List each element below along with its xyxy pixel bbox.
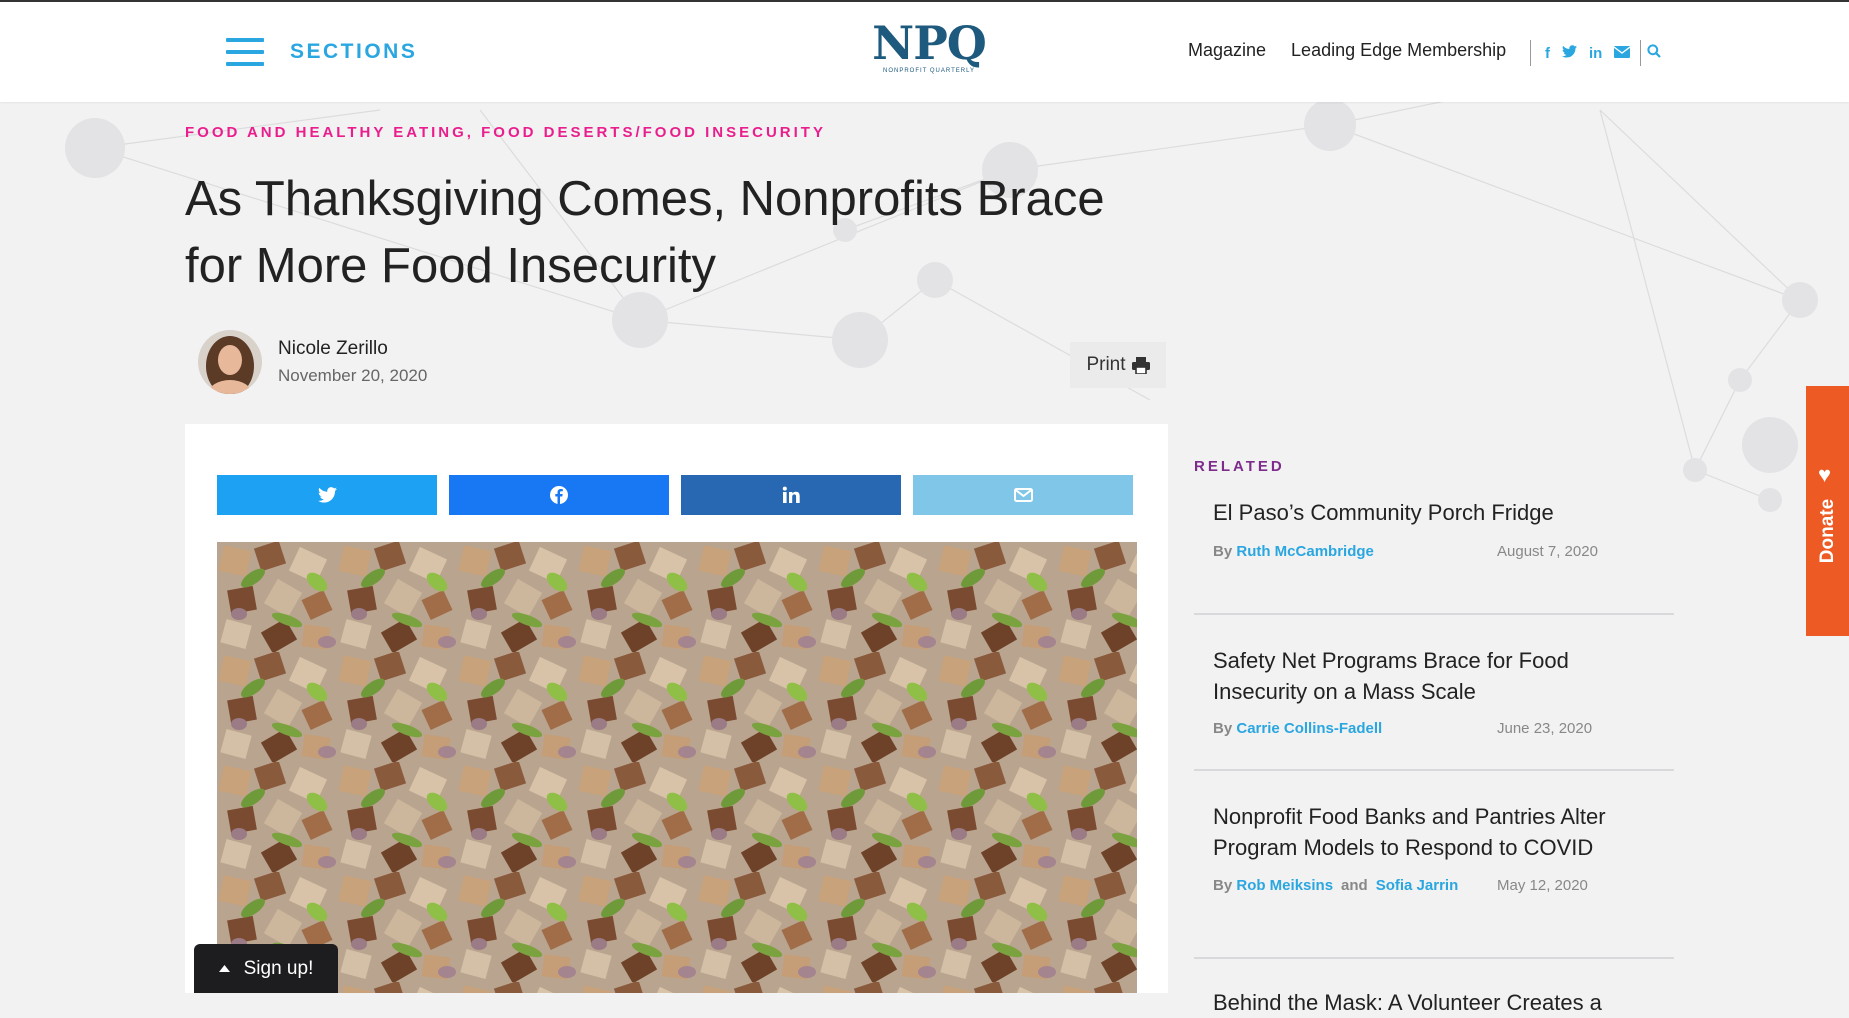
article-category[interactable]: FOOD AND HEALTHY EATING, FOOD DESERTS/FO… (185, 124, 826, 141)
share-email-button[interactable] (913, 475, 1133, 515)
share-twitter-button[interactable] (217, 475, 437, 515)
linkedin-icon (782, 486, 800, 503)
print-button[interactable]: Print (1070, 342, 1166, 388)
donate-tab[interactable]: ♥ Donate (1806, 386, 1849, 636)
related-item[interactable]: Safety Net Programs Brace for Food Insec… (1194, 615, 1674, 771)
author-name[interactable]: Nicole Zerillo (278, 338, 427, 360)
by-label: By (1213, 543, 1233, 560)
signup-label: Sign up! (243, 957, 314, 979)
sections-label: SECTIONS (290, 40, 418, 63)
facebook-icon (550, 486, 568, 504)
print-label: Print (1086, 354, 1126, 375)
related-date: August 7, 2020 (1497, 543, 1598, 560)
social-links: f in (1530, 40, 1667, 66)
share-buttons (217, 475, 1133, 515)
publish-date: November 20, 2020 (278, 366, 428, 385)
caret-up-icon (218, 965, 230, 972)
share-facebook-button[interactable] (449, 475, 669, 515)
article-card (185, 424, 1168, 993)
signup-button[interactable]: Sign up! (194, 944, 338, 993)
article-title: As Thanksgiving Comes, Nonprofits Brace … (185, 172, 1105, 293)
sections-menu-button[interactable]: SECTIONS (226, 38, 417, 66)
top-nav: Magazine Leading Edge Membership (1188, 40, 1531, 61)
twitter-icon (317, 487, 337, 503)
twitter-icon[interactable] (1562, 44, 1577, 62)
divider (1530, 40, 1531, 66)
related-title[interactable]: Behind the Mask: A Volunteer Creates a (1213, 987, 1633, 1018)
search-icon[interactable] (1647, 44, 1662, 62)
related-title[interactable]: El Paso’s Community Porch Fridge (1213, 497, 1633, 528)
related-heading: RELATED (1194, 458, 1285, 475)
linkedin-icon[interactable]: in (1589, 45, 1602, 62)
related-author[interactable]: Carrie Collins-Fadell (1236, 720, 1382, 740)
nav-magazine[interactable]: Magazine (1188, 40, 1266, 61)
email-icon[interactable] (1613, 45, 1631, 62)
logo-text: NPQ (872, 16, 987, 70)
by-label: By (1213, 720, 1233, 737)
related-item[interactable]: El Paso’s Community Porch Fridge By Ruth… (1194, 497, 1674, 615)
related-title[interactable]: Safety Net Programs Brace for Food Insec… (1213, 645, 1633, 707)
related-item[interactable]: Behind the Mask: A Volunteer Creates a (1194, 959, 1674, 1018)
and-label: and (1341, 877, 1368, 894)
related-author[interactable]: Rob Meiksins (1236, 877, 1333, 897)
author-avatar[interactable] (198, 330, 262, 394)
related-articles: RELATED El Paso’s Community Porch Fridge… (1194, 458, 1674, 1018)
related-title[interactable]: Nonprofit Food Banks and Pantries Alter … (1213, 801, 1633, 863)
facebook-icon[interactable]: f (1545, 45, 1550, 62)
nav-leading-edge-membership[interactable]: Leading Edge Membership (1291, 40, 1506, 61)
divider (1640, 40, 1642, 66)
related-item[interactable]: Nonprofit Food Banks and Pantries Alter … (1194, 771, 1674, 959)
heart-icon: ♥ (1818, 462, 1832, 487)
article-hero-image (217, 542, 1137, 993)
donate-label: Donate (1816, 498, 1838, 564)
related-author[interactable]: Sofia Jarrin (1376, 877, 1459, 897)
email-icon (1013, 488, 1033, 502)
site-header: SECTIONS NPQ NONPROFIT QUARTERLY Magazin… (0, 0, 1849, 102)
by-label: By (1213, 877, 1233, 894)
related-date: May 12, 2020 (1497, 877, 1588, 894)
printer-icon (1131, 356, 1150, 374)
related-author[interactable]: Ruth McCambridge (1236, 543, 1374, 563)
logo-subtext: NONPROFIT QUARTERLY (882, 68, 975, 74)
author-byline: Nicole Zerillo November 20, 2020 (198, 330, 427, 394)
related-date: June 23, 2020 (1497, 720, 1593, 737)
npq-logo[interactable]: NPQ NONPROFIT QUARTERLY (864, 20, 994, 76)
share-linkedin-button[interactable] (681, 475, 901, 515)
hamburger-icon (226, 38, 264, 66)
